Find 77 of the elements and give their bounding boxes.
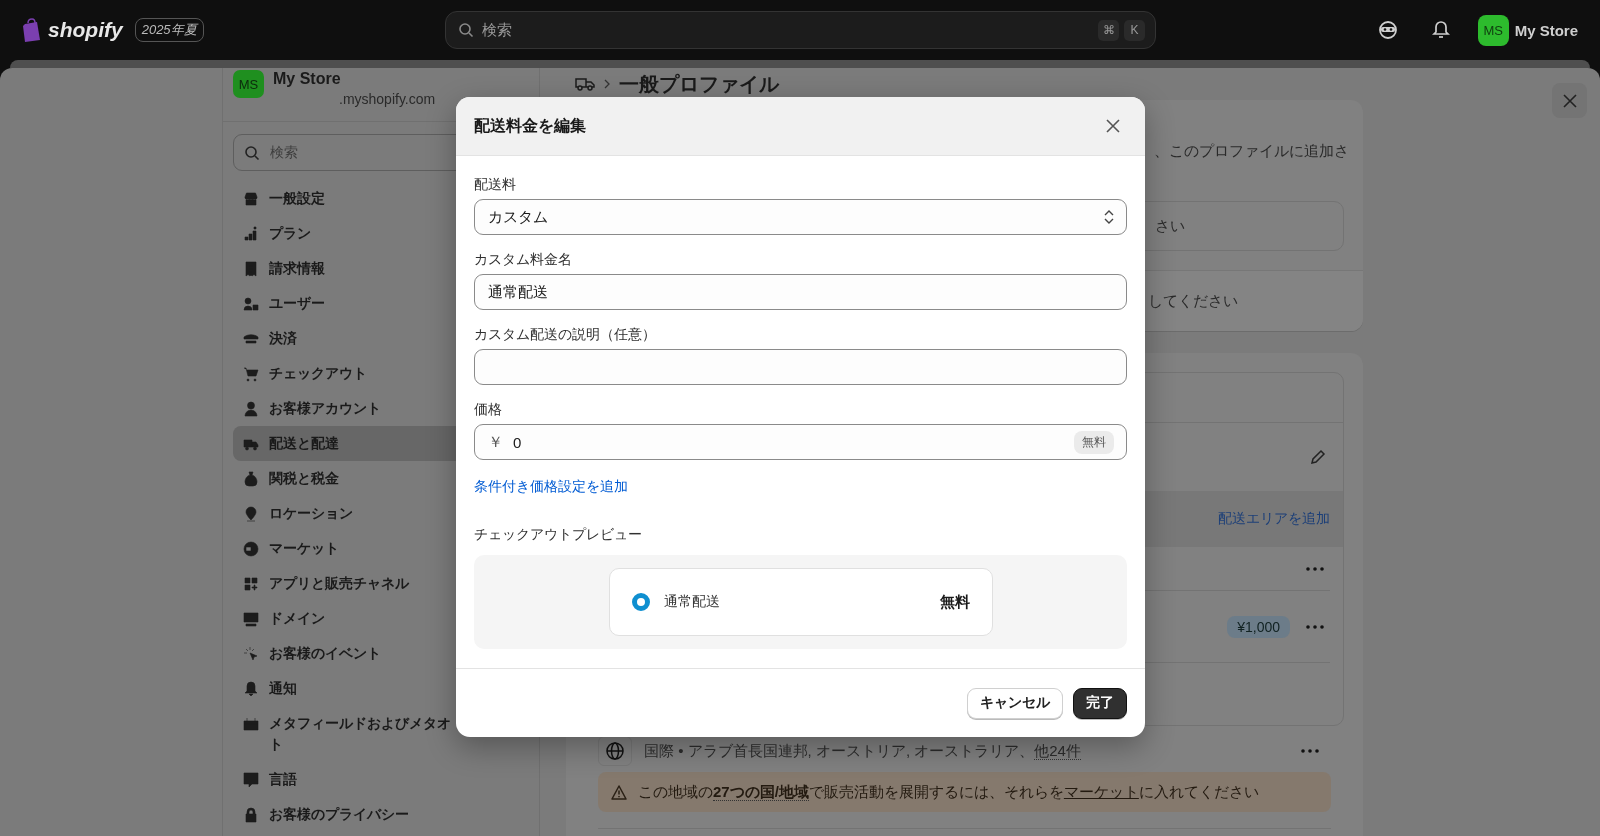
nav-icon — [243, 401, 259, 417]
more-icon[interactable] — [1301, 749, 1319, 753]
nav-icon — [243, 471, 259, 487]
nav-icon — [243, 331, 259, 347]
nav-icon — [243, 646, 259, 662]
close-icon — [1562, 93, 1577, 108]
more-icon[interactable] — [1306, 624, 1324, 629]
nav-icon — [243, 366, 259, 382]
pencil-icon[interactable] — [1309, 448, 1327, 466]
store-name: My Store — [273, 70, 342, 88]
input-field[interactable] — [474, 349, 1127, 385]
nav-icon — [243, 506, 259, 522]
close-icon — [1106, 119, 1120, 133]
page-title: 一般プロファイル — [619, 71, 779, 97]
option-price: 無料 — [939, 592, 970, 612]
rate-select[interactable]: カスタム — [474, 199, 1127, 235]
shortcut-key: K — [1124, 19, 1145, 41]
bell-icon[interactable] — [1431, 20, 1450, 40]
sidebar-item[interactable]: お客様のプライバシー — [233, 797, 529, 832]
field-label: カスタム配送の説明（任意） — [474, 325, 657, 343]
shortcut-key: ⌘ — [1098, 19, 1119, 41]
store-domain: .myshopify.com — [339, 91, 436, 107]
truck-icon[interactable] — [575, 76, 595, 92]
nav-icon — [243, 296, 259, 312]
sidebar-item[interactable]: 通知 — [233, 671, 529, 706]
warning-icon — [611, 784, 627, 800]
price-field[interactable]: ￥ 0 無料 — [474, 424, 1127, 460]
sidebar-item[interactable]: アプリと販売チャネル — [233, 566, 529, 601]
done-button[interactable]: 完了 — [1073, 687, 1127, 719]
field-label: 価格 — [474, 400, 503, 418]
nav-icon — [243, 576, 259, 592]
free-badge: 無料 — [1074, 430, 1114, 454]
shipping-option[interactable]: 通常配送 無料 — [608, 568, 993, 636]
chevron-icon — [603, 79, 611, 89]
account-avatar[interactable]: MS — [1477, 14, 1509, 46]
account-name[interactable]: My Store — [1514, 21, 1578, 39]
nav-icon — [243, 226, 259, 242]
nav-icon — [243, 611, 259, 627]
option-name: 通常配送 — [663, 593, 721, 611]
price-badge: ¥1,000 — [1227, 615, 1290, 638]
nav-icon — [243, 681, 259, 697]
cancel-button[interactable]: キャンセル — [967, 687, 1063, 719]
warning-message: この地域の27つの国/地域で販売活動を展開するには、それらをマーケット に入れてください — [638, 782, 1259, 802]
field-label: カスタム料金名 — [474, 250, 573, 268]
mask-face-icon[interactable] — [1377, 20, 1398, 40]
search-field[interactable]: 検索 ⌘ K — [445, 11, 1156, 49]
sidebar-item[interactable]: 言語 — [233, 762, 529, 797]
field-label: 配送料 — [474, 175, 517, 193]
markets-link[interactable]: マーケット — [1063, 782, 1139, 800]
nav-icon — [243, 772, 259, 788]
sidebar-item[interactable]: お客様のイベント — [233, 636, 529, 671]
input-field[interactable]: 通常配送 — [474, 274, 1127, 310]
nav-icon — [243, 191, 259, 207]
nav-icon — [243, 716, 259, 732]
dialog-title: 配送料金を編集 — [474, 115, 586, 136]
add-condition-link[interactable]: 条件付き価格設定を追加 — [474, 478, 628, 496]
shopify-bag-icon — [22, 18, 42, 42]
zone-countries-text: 国際 • アラブ首長国連邦, オーストリア, オーストラリア、他24件 — [644, 741, 1082, 761]
sidebar-item[interactable]: ドメイン — [233, 601, 529, 636]
footer-text: してください — [1148, 291, 1238, 311]
preview-label: チェックアウトプレビュー — [474, 526, 643, 544]
search-icon — [458, 22, 474, 38]
radio-button[interactable] — [631, 593, 650, 611]
search-icon — [244, 144, 260, 161]
nav-icon — [243, 807, 259, 823]
description-text: 、このプロファイルに追加さ — [1154, 142, 1350, 161]
edition-badge: 2025年夏 — [134, 18, 204, 42]
nav-icon — [243, 436, 259, 452]
add-zone-link[interactable]: 配送エリアを追加 — [1218, 510, 1330, 528]
more-icon[interactable] — [1306, 566, 1324, 571]
sidebar-item[interactable]: メタフィールドおよびメタオ ト — [233, 706, 529, 762]
sidebar-item[interactable]: チェックアウト — [233, 356, 529, 391]
chevron-updown-icon — [1104, 210, 1114, 224]
logo-text[interactable]: shopify — [48, 18, 123, 42]
nav-icon — [243, 261, 259, 277]
nav-icon — [243, 541, 259, 557]
store-avatar: MS — [233, 70, 264, 98]
